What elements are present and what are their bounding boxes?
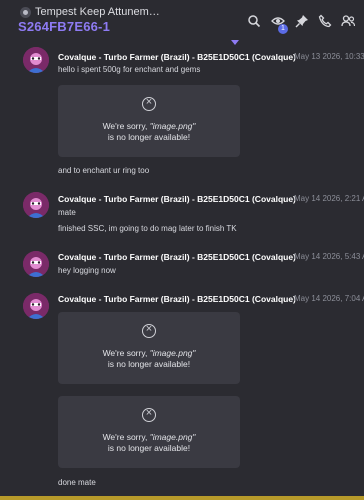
- thread-header: Tempest Keep Attunem… S264FB7E66-1 1: [0, 0, 364, 40]
- missing-image-icon: [142, 323, 156, 338]
- channel-name[interactable]: Tempest Keep Attunem…: [35, 6, 160, 18]
- message-text: mate: [58, 208, 76, 217]
- message-timestamp: May 14 2026, 7:04 AM: [294, 294, 364, 303]
- missing-image-icon: [142, 96, 156, 111]
- message-author[interactable]: Covalque - Turbo Farmer (Brazil) - B25E1…: [58, 52, 296, 62]
- attachment-error-line1: We're sorry, "image.png": [102, 432, 196, 442]
- message-text: done mate: [58, 478, 96, 487]
- avatar[interactable]: [23, 293, 49, 319]
- attachment-error-line2: is no longer available!: [107, 443, 191, 453]
- unavailable-image-attachment: We're sorry, "image.png" is no longer av…: [58, 312, 240, 384]
- avatar[interactable]: [23, 47, 49, 73]
- message-text: hello i spent 500g for enchant and gems: [58, 65, 201, 74]
- attachment-error-line1: We're sorry, "image.png": [102, 121, 196, 131]
- message-text: and to enchant ur ring too: [58, 166, 150, 175]
- attachment-error-line1: We're sorry, "image.png": [102, 348, 196, 358]
- attachment-error-line2: is no longer available!: [107, 132, 191, 142]
- unavailable-image-attachment: We're sorry, "image.png" is no longer av…: [58, 396, 240, 468]
- thread-id: S264FB7E66-1: [18, 19, 111, 34]
- watchers-count-badge: 1: [278, 24, 288, 34]
- channel-icon: [20, 7, 31, 18]
- composer-border: [0, 496, 364, 500]
- pin-icon[interactable]: [295, 14, 309, 28]
- message-author[interactable]: Covalque - Turbo Farmer (Brazil) - B25E1…: [58, 252, 296, 262]
- message-text: finished SSC, im going to do mag later t…: [58, 224, 237, 233]
- message-timestamp: May 14 2026, 5:43 AM: [294, 252, 364, 261]
- message-author[interactable]: Covalque - Turbo Farmer (Brazil) - B25E1…: [58, 294, 296, 304]
- missing-image-icon: [142, 407, 156, 422]
- scroll-position-marker: [231, 40, 239, 45]
- attachment-error-line2: is no longer available!: [107, 359, 191, 369]
- call-icon[interactable]: [318, 14, 332, 28]
- message-author[interactable]: Covalque - Turbo Farmer (Brazil) - B25E1…: [58, 194, 296, 204]
- avatar[interactable]: [23, 251, 49, 277]
- unavailable-image-attachment: We're sorry, "image.png" is no longer av…: [58, 85, 240, 157]
- message-timestamp: May 14 2026, 2:21 AM: [294, 194, 364, 203]
- message-timestamp: May 13 2026, 10:33: [294, 52, 364, 61]
- members-icon[interactable]: [341, 14, 355, 28]
- avatar[interactable]: [23, 192, 49, 218]
- search-icon[interactable]: [247, 14, 261, 28]
- message-text: hey logging now: [58, 266, 116, 275]
